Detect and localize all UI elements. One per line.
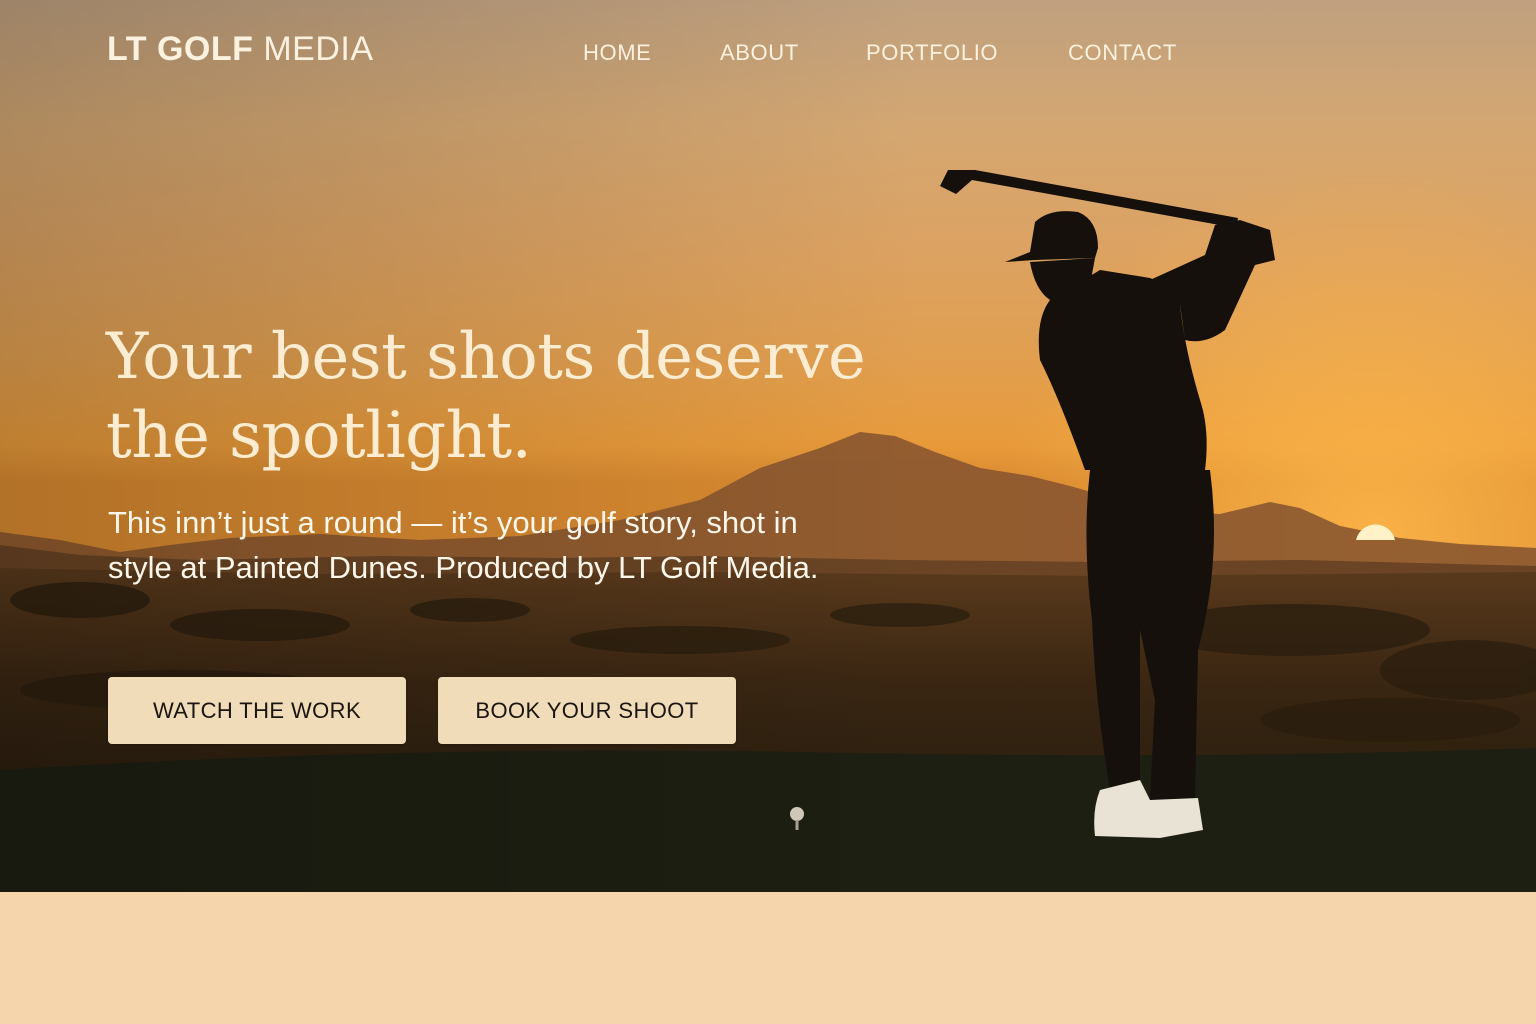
nav-link-home[interactable]: HOME <box>583 40 651 66</box>
book-your-shoot-button[interactable]: BOOK YOUR SHOOT <box>438 677 736 744</box>
logo-wordmark-bold: LT GOLF <box>107 30 254 68</box>
hero-subtext: This inn’t just a round — it’s your golf… <box>108 505 819 585</box>
brand-logo[interactable]: LT GOLF MEDIA <box>107 30 374 69</box>
nav-link-portfolio[interactable]: PORTFOLIO <box>866 40 998 66</box>
watch-the-work-button[interactable]: WATCH THE WORK <box>108 677 406 744</box>
logo-wordmark-light: MEDIA <box>263 30 374 68</box>
nav-link-contact[interactable]: CONTACT <box>1068 40 1177 66</box>
hero-headline: Your best shots deserve the spotlight. <box>106 320 866 473</box>
content-band <box>0 892 1536 1024</box>
hero-section: LT GOLF MEDIA HOME ABOUT PORTFOLIO CONTA… <box>0 0 1536 892</box>
nav-link-about[interactable]: ABOUT <box>720 40 799 66</box>
